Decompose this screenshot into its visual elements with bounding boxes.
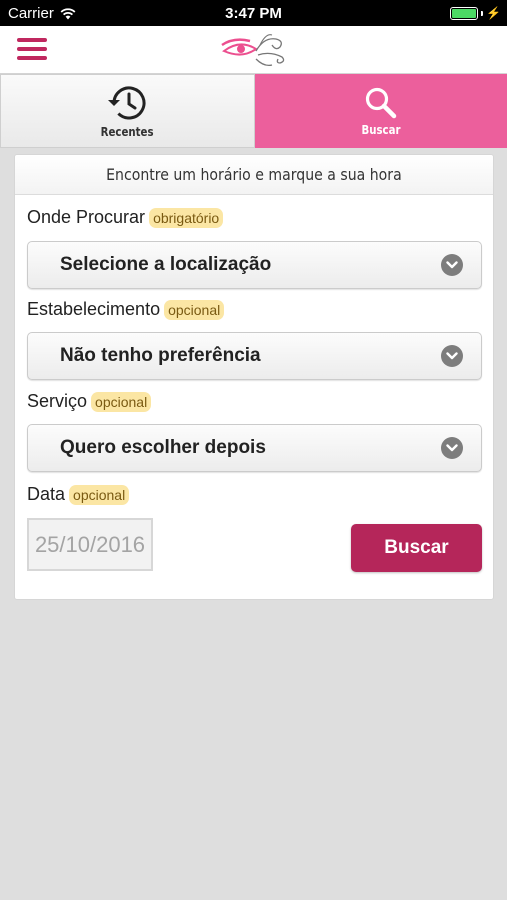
location-select-value: Selecione a localização bbox=[60, 254, 272, 275]
optional-badge: opcional bbox=[69, 484, 130, 505]
establishment-select[interactable]: Não tenho preferência bbox=[27, 332, 482, 380]
optional-badge: opcional bbox=[91, 391, 152, 412]
location-select[interactable]: Selecione a localização bbox=[27, 241, 482, 289]
history-icon bbox=[108, 86, 146, 120]
date-field[interactable]: 25/10/2016 bbox=[27, 518, 153, 571]
date-label: Data opcional bbox=[27, 484, 130, 505]
establishment-label-text: Estabelecimento bbox=[27, 299, 161, 319]
charging-icon: ⚡ bbox=[486, 6, 501, 20]
tab-buscar-label: Buscar bbox=[361, 123, 401, 137]
search-button[interactable]: Buscar bbox=[351, 524, 482, 572]
date-label-text: Data bbox=[27, 484, 66, 504]
establishment-label: Estabelecimento opcional bbox=[27, 299, 225, 320]
establishment-select-value: Não tenho preferência bbox=[60, 345, 261, 366]
clock: 3:47 PM bbox=[225, 5, 282, 22]
location-label-text: Onde Procurar bbox=[27, 207, 146, 227]
battery-indicator: ⚡ bbox=[450, 6, 501, 20]
status-bar: Carrier 3:47 PM ⚡ bbox=[0, 0, 507, 26]
form-header: Encontre um horário e marque a sua hora bbox=[15, 155, 493, 195]
logo-icon bbox=[221, 34, 285, 67]
chevron-down-icon bbox=[441, 437, 463, 459]
tab-recentes-label: Recentes bbox=[100, 125, 154, 139]
tab-bar: Recentes Buscar bbox=[0, 74, 507, 148]
app-header bbox=[0, 26, 507, 74]
service-select[interactable]: Quero escolher depois bbox=[27, 424, 482, 472]
chevron-down-icon bbox=[441, 345, 463, 367]
optional-badge: opcional bbox=[164, 299, 225, 320]
location-label: Onde Procurar obrigatório bbox=[27, 207, 224, 228]
search-icon bbox=[365, 87, 396, 119]
tab-buscar[interactable]: Buscar bbox=[254, 74, 507, 148]
battery-icon bbox=[450, 6, 479, 20]
tab-recentes[interactable]: Recentes bbox=[0, 74, 255, 148]
service-label-text: Serviço bbox=[27, 391, 88, 411]
chevron-down-icon bbox=[441, 254, 463, 276]
service-label: Serviço opcional bbox=[27, 391, 152, 412]
hamburger-menu-icon[interactable] bbox=[17, 38, 47, 62]
form-title: Encontre um horário e marque a sua hora bbox=[106, 165, 402, 184]
search-form-card: Encontre um horário e marque a sua hora … bbox=[14, 154, 494, 600]
required-badge: obrigatório bbox=[149, 207, 224, 228]
service-select-value: Quero escolher depois bbox=[60, 437, 266, 458]
